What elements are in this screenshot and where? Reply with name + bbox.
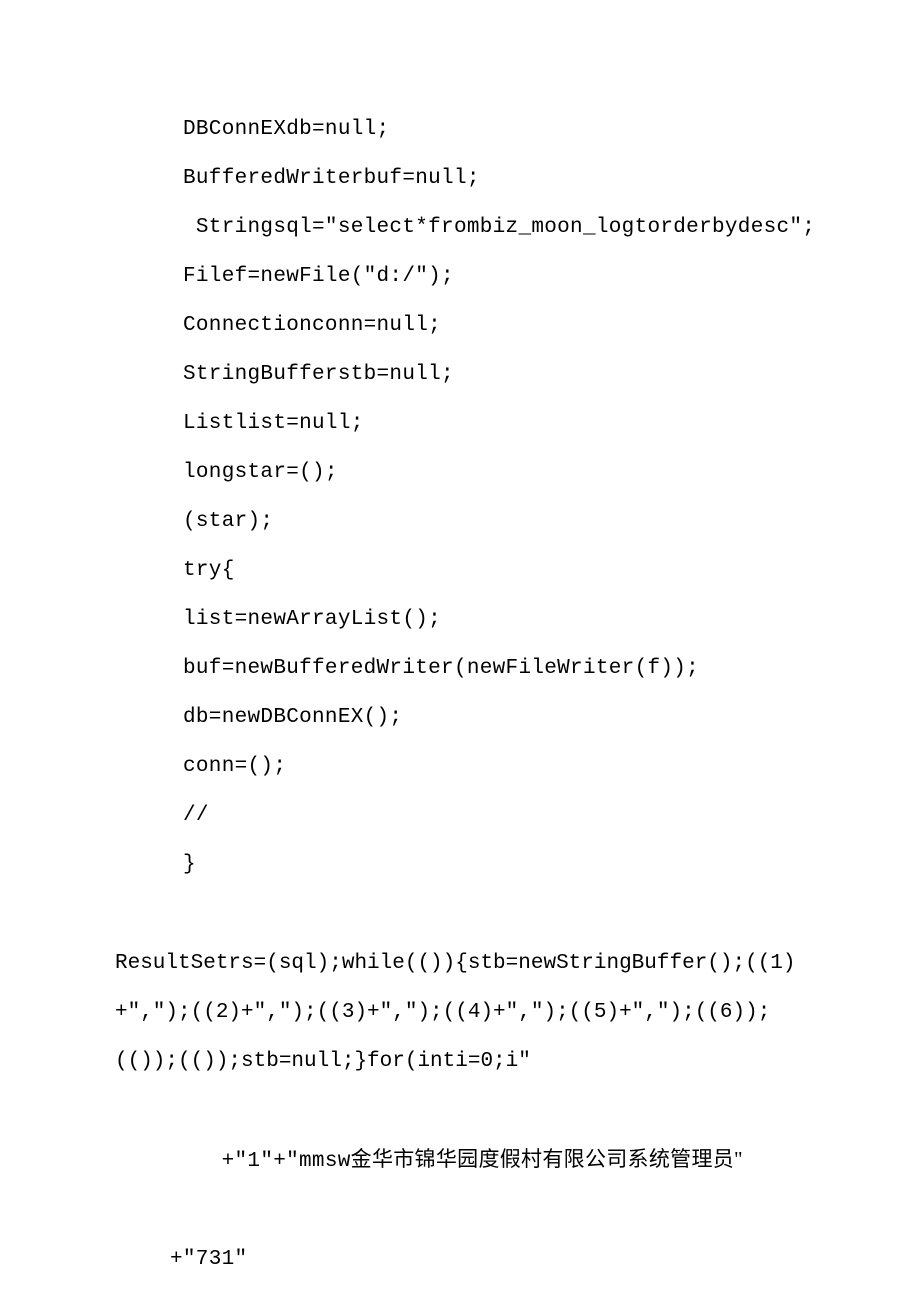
code-line: Listlist=null; xyxy=(115,399,805,448)
code-line: (star); xyxy=(115,497,805,546)
code-line: db=newDBConnEX(); xyxy=(115,693,805,742)
code-flow-text: ResultSetrs=(sql);while(()){stb=newStrin… xyxy=(115,952,796,1073)
code-line: buf=newBufferedWriter(newFileWriter(f)); xyxy=(115,644,805,693)
code-line: Filef=newFile("d:/"); xyxy=(115,252,805,301)
code-line: Stringsql="select*frombiz_moon_logtorder… xyxy=(115,203,805,252)
code-line: +"731" xyxy=(115,1235,805,1284)
code-line: list=newArrayList(); xyxy=(115,595,805,644)
code-fragment: +"1"+"mmsw xyxy=(222,1150,351,1173)
code-line: +"1"+"mmsw金华市锦华园度假村有限公司系统管理员" xyxy=(115,1086,805,1235)
code-line: DBConnEXdb=null; xyxy=(115,105,805,154)
code-line: // xyxy=(115,791,805,840)
code-line: try{ xyxy=(115,546,805,595)
code-line: BufferedWriterbuf=null; xyxy=(115,154,805,203)
code-flow-block: ResultSetrs=(sql);while(()){stb=newStrin… xyxy=(115,939,805,1086)
code-line: StringBufferstb=null; xyxy=(115,350,805,399)
code-line: Connectionconn=null; xyxy=(115,301,805,350)
document-page: DBConnEXdb=null; BufferedWriterbuf=null;… xyxy=(0,0,920,1302)
code-fragment-cjk: 金华市锦华园度假村有限公司系统管理员" xyxy=(351,1147,743,1171)
code-line: longstar=(); xyxy=(115,448,805,497)
code-line: } xyxy=(115,840,805,889)
code-line: conn=(); xyxy=(115,742,805,791)
